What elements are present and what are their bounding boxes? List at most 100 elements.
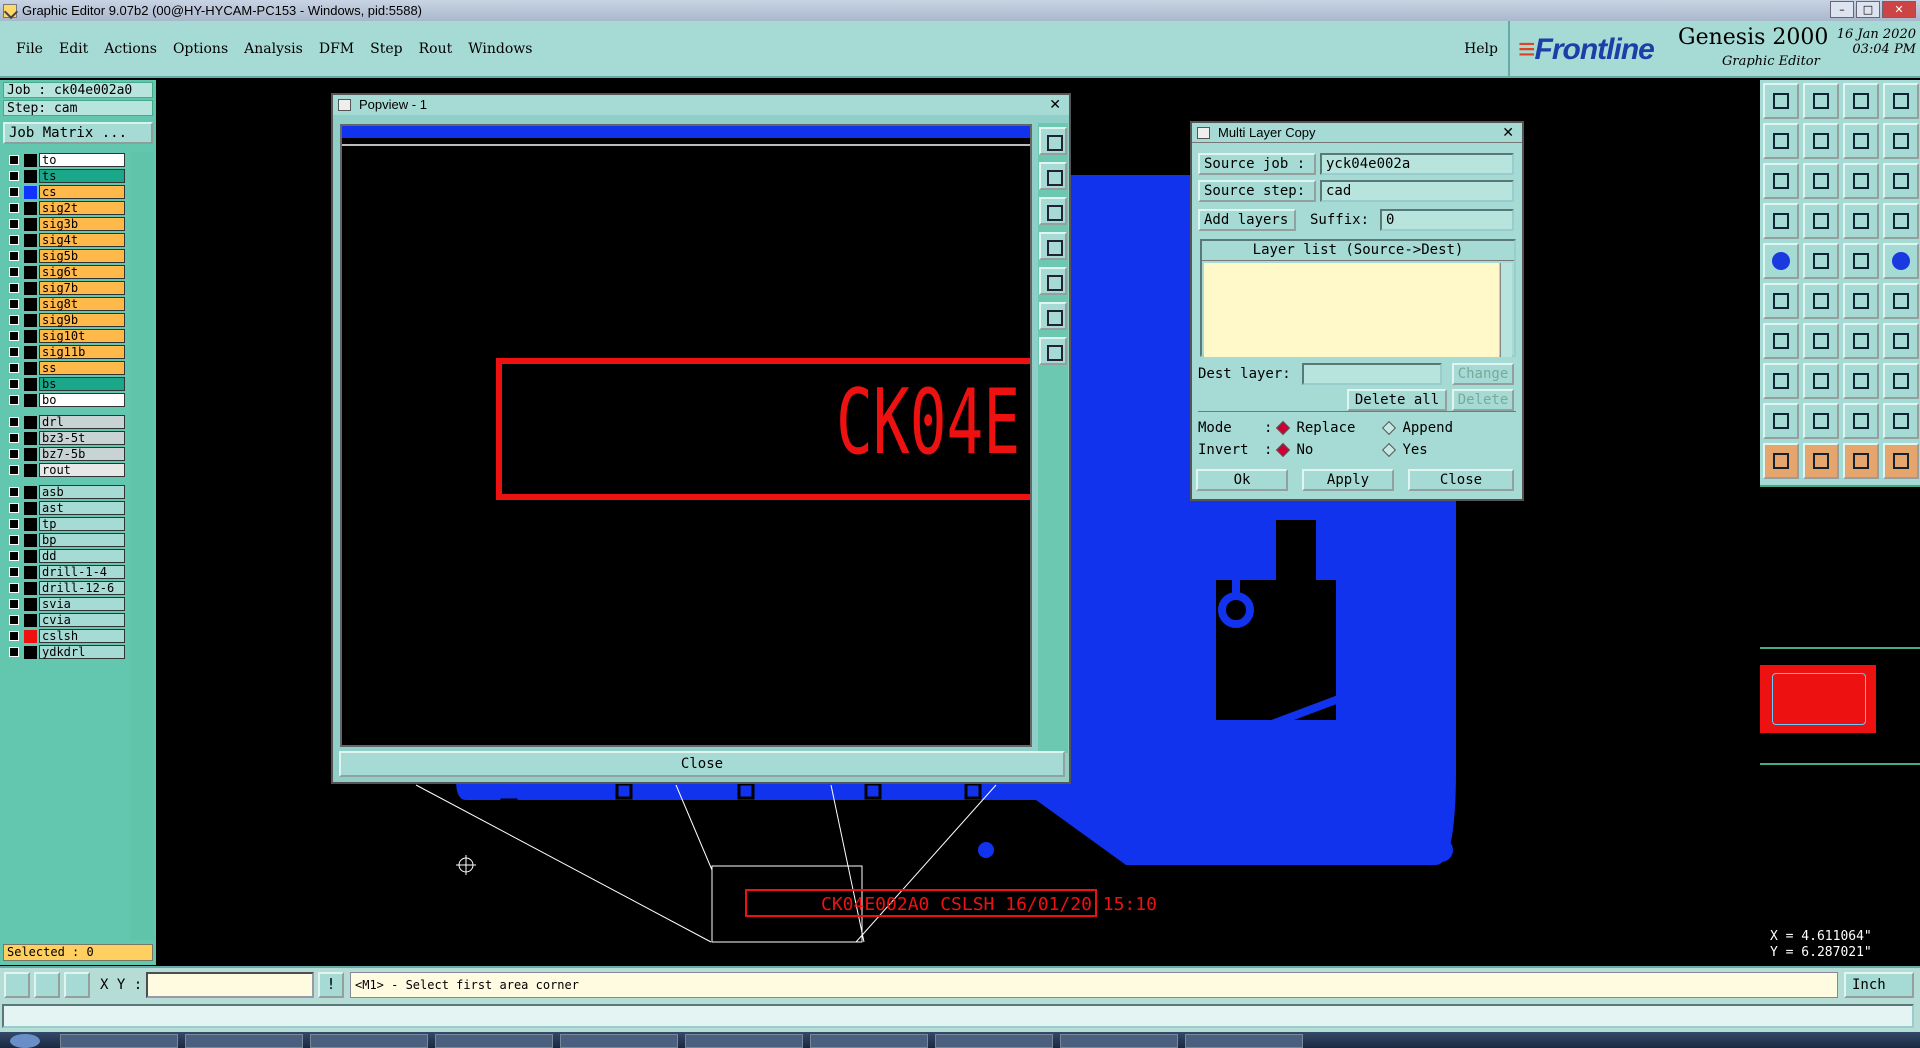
zoom-in-icon[interactable] xyxy=(1039,302,1067,330)
layer-name[interactable]: dd xyxy=(39,549,125,563)
tool-button-icon[interactable] xyxy=(1803,363,1839,399)
layer-name[interactable]: rout xyxy=(39,463,125,477)
layer-name[interactable]: tp xyxy=(39,517,125,531)
tool-button-icon[interactable] xyxy=(1763,323,1799,359)
layer-row[interactable]: sig5b xyxy=(4,248,128,264)
start-button-icon[interactable] xyxy=(10,1034,40,1048)
source-job-field[interactable]: yck04e002a xyxy=(1320,153,1514,175)
layer-name[interactable]: svia xyxy=(39,597,125,611)
layer-color-swatch[interactable] xyxy=(24,361,37,375)
layer-checkbox[interactable] xyxy=(9,465,19,475)
tool-button-icon[interactable] xyxy=(1843,443,1879,479)
layer-color-swatch[interactable] xyxy=(24,629,37,643)
layer-row[interactable]: dd xyxy=(4,548,128,564)
layer-name[interactable]: sig10t xyxy=(39,329,125,343)
tool-button-icon[interactable] xyxy=(1763,163,1799,199)
layer-row[interactable]: bp xyxy=(4,532,128,548)
layer-name[interactable]: sig8t xyxy=(39,297,125,311)
maximize-button[interactable]: □ xyxy=(1856,1,1880,18)
layer-checkbox[interactable] xyxy=(9,599,19,609)
tool-button-icon[interactable] xyxy=(1843,403,1879,439)
pan-right-icon[interactable] xyxy=(1039,267,1067,295)
tool-button-icon[interactable] xyxy=(1843,163,1879,199)
source-step-field[interactable]: cad xyxy=(1320,180,1514,202)
add-layers-button[interactable]: Add layers xyxy=(1198,209,1296,231)
layer-color-swatch[interactable] xyxy=(24,169,37,183)
taskbar-item[interactable] xyxy=(810,1034,928,1048)
layer-checkbox[interactable] xyxy=(9,235,19,245)
layer-checkbox[interactable] xyxy=(9,647,19,657)
layer-checkbox[interactable] xyxy=(9,267,19,277)
tool-button-icon[interactable] xyxy=(1763,243,1799,279)
layer-row[interactable]: sig11b xyxy=(4,344,128,360)
zoom-out-icon[interactable] xyxy=(1039,337,1067,365)
layer-row[interactable]: tp xyxy=(4,516,128,532)
layer-checkbox[interactable] xyxy=(9,433,19,443)
layer-color-swatch[interactable] xyxy=(24,265,37,279)
delete-all-button[interactable]: Delete all xyxy=(1347,389,1447,411)
layer-name[interactable]: ast xyxy=(39,501,125,515)
tool-button-icon[interactable] xyxy=(1803,123,1839,159)
job-matrix-button[interactable]: Job Matrix ... xyxy=(3,122,153,144)
zoom-fit-icon[interactable] xyxy=(1039,127,1067,155)
layer-row[interactable]: cslsh xyxy=(4,628,128,644)
layer-row[interactable]: bz3-5t xyxy=(4,430,128,446)
taskbar-item[interactable] xyxy=(310,1034,428,1048)
layer-row[interactable]: sig7b xyxy=(4,280,128,296)
layer-name[interactable]: bz3-5t xyxy=(39,431,125,445)
overview-map[interactable] xyxy=(1760,485,1920,925)
tool-button-icon[interactable] xyxy=(1883,403,1919,439)
tool-button-icon[interactable] xyxy=(1803,403,1839,439)
layer-checkbox[interactable] xyxy=(9,631,19,641)
layer-checkbox[interactable] xyxy=(9,449,19,459)
layer-name[interactable]: sig3b xyxy=(39,217,125,231)
layer-checkbox[interactable] xyxy=(9,487,19,497)
layer-color-swatch[interactable] xyxy=(24,377,37,391)
layer-color-swatch[interactable] xyxy=(24,565,37,579)
layer-row[interactable]: bs xyxy=(4,376,128,392)
layer-color-swatch[interactable] xyxy=(24,393,37,407)
layer-checkbox[interactable] xyxy=(9,171,19,181)
layer-checkbox[interactable] xyxy=(9,187,19,197)
layer-name[interactable]: cvia xyxy=(39,613,125,627)
info-icon[interactable]: ! xyxy=(318,972,344,998)
layer-color-swatch[interactable] xyxy=(24,581,37,595)
taskbar-item[interactable] xyxy=(560,1034,678,1048)
apply-button[interactable]: Apply xyxy=(1302,469,1394,491)
tool-button-icon[interactable] xyxy=(1763,363,1799,399)
layer-checkbox[interactable] xyxy=(9,363,19,373)
tool-button-icon[interactable] xyxy=(1843,203,1879,239)
tool-button-icon[interactable] xyxy=(1803,243,1839,279)
layer-color-swatch[interactable] xyxy=(24,297,37,311)
menu-actions[interactable]: Actions xyxy=(96,41,165,57)
layer-row[interactable]: sig6t xyxy=(4,264,128,280)
tool-button-icon[interactable] xyxy=(1843,323,1879,359)
menu-help[interactable]: Help xyxy=(1464,41,1498,57)
snap-icon[interactable] xyxy=(4,972,30,998)
layer-color-swatch[interactable] xyxy=(24,345,37,359)
layer-name[interactable]: drl xyxy=(39,415,125,429)
layer-name[interactable]: to xyxy=(39,153,125,167)
layer-name[interactable]: sig9b xyxy=(39,313,125,327)
suffix-field[interactable]: 0 xyxy=(1380,209,1514,231)
layer-row[interactable]: to xyxy=(4,152,128,168)
layer-color-swatch[interactable] xyxy=(24,613,37,627)
layer-name[interactable]: drill-12-6 xyxy=(39,581,125,595)
layer-checkbox[interactable] xyxy=(9,251,19,261)
tool-button-icon[interactable] xyxy=(1803,83,1839,119)
tool-button-icon[interactable] xyxy=(1763,283,1799,319)
layer-color-swatch[interactable] xyxy=(24,485,37,499)
measure-icon[interactable] xyxy=(34,972,60,998)
layer-checkbox[interactable] xyxy=(9,567,19,577)
layer-checkbox[interactable] xyxy=(9,299,19,309)
layer-checkbox[interactable] xyxy=(9,379,19,389)
tool-button-icon[interactable] xyxy=(1763,403,1799,439)
tool-button-icon[interactable] xyxy=(1803,283,1839,319)
taskbar-item[interactable] xyxy=(935,1034,1053,1048)
minimize-button[interactable]: – xyxy=(1830,1,1854,18)
menu-file[interactable]: File xyxy=(8,41,51,57)
tool-button-icon[interactable] xyxy=(1883,283,1919,319)
layer-color-swatch[interactable] xyxy=(24,313,37,327)
layer-name[interactable]: asb xyxy=(39,485,125,499)
menu-rout[interactable]: Rout xyxy=(411,41,461,57)
